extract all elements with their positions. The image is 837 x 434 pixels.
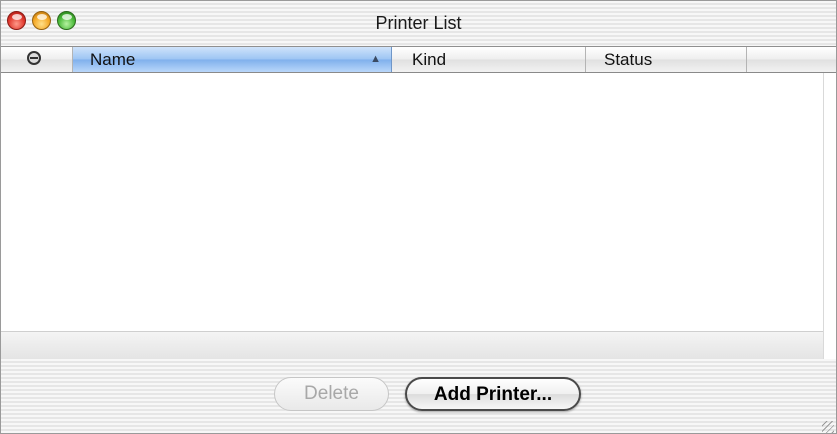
column-header-name[interactable]: Name ▲ <box>73 47 392 72</box>
resize-grip-icon[interactable] <box>822 421 834 433</box>
printer-list-table[interactable] <box>1 73 823 331</box>
column-header-row: Name ▲ Kind Status <box>1 47 836 73</box>
horizontal-scrollbar[interactable] <box>1 331 823 359</box>
window-title: Printer List <box>375 13 462 33</box>
column-header-name-label: Name <box>90 50 136 69</box>
sort-ascending-icon: ▲ <box>370 53 381 65</box>
printer-list-window: Printer List Name ▲ Kind Status Delete A… <box>0 0 837 434</box>
title-bar[interactable]: Printer List <box>1 1 836 47</box>
add-printer-button[interactable]: Add Printer... <box>405 377 581 411</box>
vertical-scrollbar[interactable] <box>823 73 836 359</box>
column-header-kind-label: Kind <box>412 50 447 69</box>
delete-button[interactable]: Delete <box>274 377 389 411</box>
column-header-status-label: Status <box>604 50 653 69</box>
button-bar: Delete Add Printer... <box>1 359 836 433</box>
column-header-status-icon[interactable] <box>1 47 73 72</box>
column-header-kind[interactable]: Kind <box>392 47 586 72</box>
column-header-status[interactable]: Status <box>586 47 747 72</box>
printer-status-icon <box>27 51 41 65</box>
